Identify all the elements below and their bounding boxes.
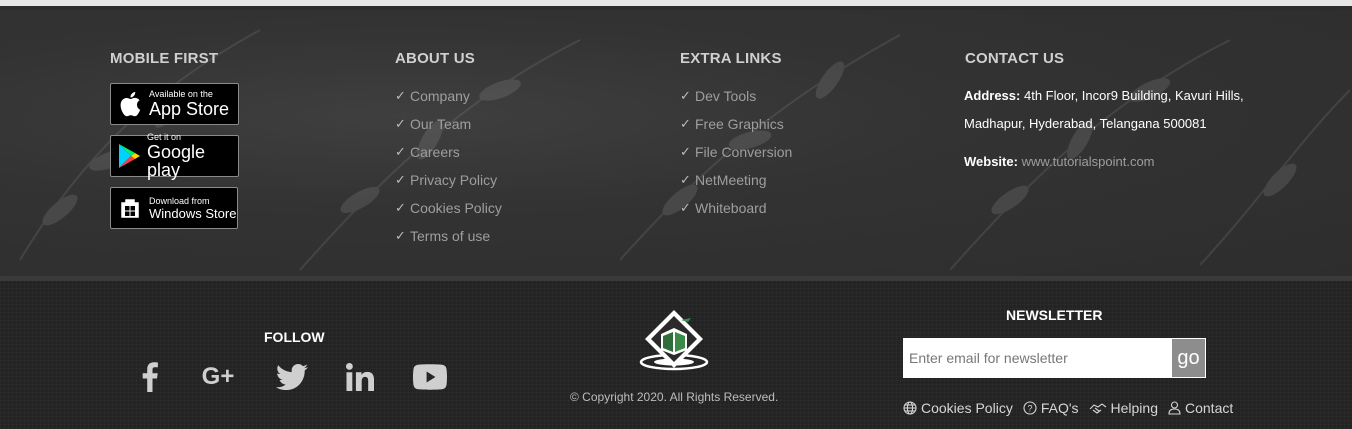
check-icon: ✓: [680, 200, 691, 215]
facebook-icon[interactable]: [136, 361, 164, 393]
link-label: Free Graphics: [695, 116, 784, 132]
link-label: Terms of use: [410, 228, 491, 244]
badge-small-text: Download from: [149, 195, 210, 206]
footer-link-dev-tools[interactable]: ✓ Dev Tools: [680, 82, 792, 110]
contact-address: Address: 4th Floor, Incor9 Building, Kav…: [964, 82, 1264, 138]
footer-bottom-section: FOLLOW G+ © Copyright 2020. All Rights R…: [0, 281, 1352, 429]
check-icon: ✓: [680, 144, 691, 159]
link-label: Dev Tools: [695, 88, 757, 104]
copyright-text: © Copyright 2020. All Rights Reserved.: [570, 390, 779, 404]
mobile-first-title: MOBILE FIRST: [110, 50, 219, 67]
bottom-link-label: Contact: [1185, 400, 1234, 416]
google-play-icon: [111, 136, 147, 176]
footer-link-netmeeting[interactable]: ✓ NetMeeting: [680, 166, 792, 194]
website-link[interactable]: www.tutorialspoint.com: [1022, 154, 1155, 169]
footer-link-our-team[interactable]: ✓ Our Team: [395, 110, 502, 138]
linkedin-icon[interactable]: [344, 361, 376, 393]
twitter-icon[interactable]: [275, 361, 309, 393]
bottom-link-faqs[interactable]: ? FAQ's: [1023, 400, 1079, 416]
app-store-badge[interactable]: Available on the App Store: [110, 83, 239, 125]
google-play-badge[interactable]: Get it on Google play: [110, 132, 239, 180]
google-plus-icon[interactable]: G+: [198, 361, 238, 393]
bottom-link-cookies-policy[interactable]: Cookies Policy: [903, 400, 1013, 416]
footer-link-terms-of-use[interactable]: ✓ Terms of use: [395, 222, 502, 250]
svg-text:?: ?: [1027, 404, 1032, 414]
check-icon: ✓: [680, 116, 691, 131]
contact-us-title: CONTACT US: [965, 50, 1065, 67]
check-icon: ✓: [680, 88, 691, 103]
link-label: File Conversion: [695, 144, 793, 160]
badge-small-text: Get it on: [147, 132, 182, 142]
bottom-links: Cookies Policy ? FAQ's Helping Contact: [903, 400, 1243, 416]
bottom-link-label: Helping: [1110, 400, 1158, 416]
about-us-links: ✓ Company ✓ Our Team ✓ Careers ✓ Privacy Pol…: [395, 82, 502, 250]
check-icon: ✓: [395, 88, 406, 103]
link-label: Privacy Policy: [410, 172, 498, 188]
check-icon: ✓: [395, 228, 406, 243]
youtube-icon[interactable]: [412, 361, 448, 393]
footer-link-company[interactable]: ✓ Company: [395, 82, 502, 110]
question-circle-icon: ?: [1023, 401, 1037, 415]
bottom-link-label: FAQ's: [1040, 400, 1079, 416]
link-label: Whiteboard: [695, 200, 767, 216]
about-us-title: ABOUT US: [395, 50, 475, 67]
extra-links-title: EXTRA LINKS: [680, 50, 782, 67]
bottom-link-label: Cookies Policy: [921, 400, 1013, 416]
footer-link-free-graphics[interactable]: ✓ Free Graphics: [680, 110, 792, 138]
badge-big-text: Google play: [147, 142, 206, 180]
footer-link-file-conversion[interactable]: ✓ File Conversion: [680, 138, 792, 166]
check-icon: ✓: [395, 172, 406, 187]
address-label: Address:: [964, 88, 1021, 103]
link-label: Careers: [410, 144, 460, 160]
check-icon: ✓: [395, 116, 406, 131]
link-label: Cookies Policy: [410, 200, 502, 216]
footer-link-whiteboard[interactable]: ✓ Whiteboard: [680, 194, 792, 222]
bottom-link-helping[interactable]: Helping: [1089, 400, 1158, 416]
website-label: Website:: [964, 154, 1018, 169]
follow-title: FOLLOW: [264, 329, 325, 345]
badge-big-text: App Store: [149, 99, 230, 119]
top-border: [0, 0, 1352, 10]
apple-icon: [111, 84, 149, 124]
contact-info: Address: 4th Floor, Incor9 Building, Kav…: [964, 82, 1264, 176]
footer-link-privacy-policy[interactable]: ✓ Privacy Policy: [395, 166, 502, 194]
windows-store-badge[interactable]: Download from Windows Store: [110, 187, 238, 229]
link-label: Our Team: [410, 116, 472, 132]
badge-big-text: Windows Store: [149, 205, 237, 221]
bottom-link-contact[interactable]: Contact: [1168, 400, 1233, 416]
link-label: Company: [410, 88, 470, 104]
footer-link-cookies-policy[interactable]: ✓ Cookies Policy: [395, 194, 502, 222]
globe-icon: [903, 401, 917, 415]
badge-small-text: Available on the: [149, 89, 213, 99]
extra-links-list: ✓ Dev Tools ✓ Free Graphics ✓ File Conversi…: [680, 82, 792, 222]
check-icon: ✓: [395, 144, 406, 159]
footer-top-section: MOBILE FIRST Available on the App Store …: [0, 10, 1352, 276]
newsletter-title: NEWSLETTER: [1006, 307, 1103, 323]
contact-website: Website: www.tutorialspoint.com: [964, 148, 1264, 176]
check-icon: ✓: [395, 200, 406, 215]
handshake-icon: [1089, 403, 1106, 414]
newsletter-email-input[interactable]: [903, 338, 1171, 378]
windows-icon: [111, 188, 149, 228]
footer-link-careers[interactable]: ✓ Careers: [395, 138, 502, 166]
check-icon: ✓: [680, 172, 691, 187]
user-icon: [1168, 401, 1181, 415]
link-label: NetMeeting: [695, 172, 767, 188]
tutorialspoint-logo: [639, 308, 709, 372]
newsletter-go-button[interactable]: go: [1171, 338, 1206, 378]
